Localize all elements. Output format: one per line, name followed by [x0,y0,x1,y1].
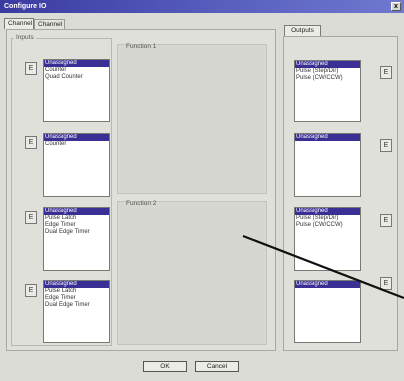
annotation-line [242,234,404,300]
annotation-line-stroke [242,234,404,300]
configure-io-dialog: Configure IO x Channel 1 Channel 2 Input… [0,0,404,381]
